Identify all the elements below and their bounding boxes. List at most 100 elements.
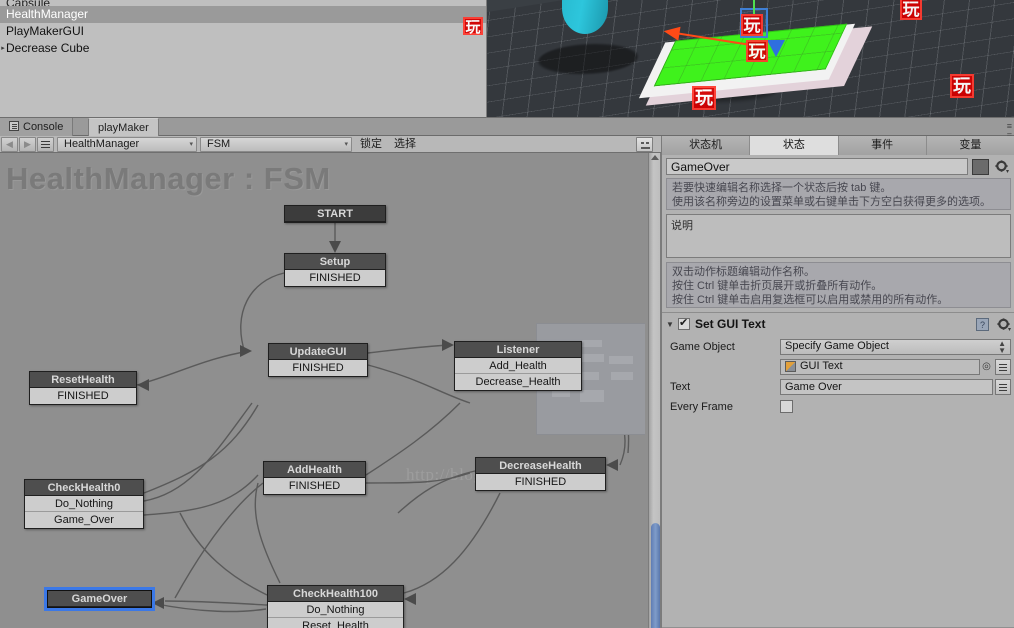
state-name-label: CheckHealth100 (268, 586, 403, 602)
watermark-stamp: 玩 (692, 86, 716, 110)
field-control[interactable] (780, 400, 1011, 413)
nav-back-button[interactable]: ◀ (1, 136, 18, 152)
field-object-reference[interactable]: GUI Text ◎ (670, 358, 1011, 375)
owner-dropdown[interactable]: HealthManager ▾ (57, 136, 197, 152)
state-node-decreasehealth[interactable]: DecreaseHealth FINISHED (475, 457, 606, 491)
transition-row[interactable]: Do_Nothing (268, 602, 403, 618)
transition-row[interactable]: Game_Over (25, 512, 143, 528)
field-control[interactable]: Game Over (780, 378, 1011, 395)
transition-row[interactable]: FINISHED (285, 270, 385, 286)
field-control[interactable]: GUI Text ◎ (780, 358, 1011, 375)
select-button[interactable]: 选择 (390, 137, 420, 152)
text-input[interactable]: Game Over (780, 378, 993, 395)
tab-events[interactable]: 事件 (838, 136, 927, 155)
tab-console[interactable]: Console (0, 118, 74, 136)
field-label: Every Frame (670, 400, 733, 413)
watermark-stamp: 玩 (741, 14, 763, 36)
field-text[interactable]: Text Game Over (670, 378, 1011, 395)
tab-fsm[interactable]: 状态机 (662, 136, 751, 155)
nav-forward-button[interactable]: ▶ (19, 136, 36, 152)
menu-button[interactable] (37, 136, 54, 152)
hierarchy-panel[interactable]: Capsule HealthManager PlayMakerGUI ▸ Dec… (0, 0, 487, 118)
field-label: Game Object (670, 340, 735, 353)
transition-row[interactable]: FINISHED (476, 474, 605, 490)
action-header[interactable]: ▼ Set GUI Text ? (666, 316, 1011, 332)
state-name-label: DecreaseHealth (476, 458, 605, 474)
transition-row[interactable]: Do_Nothing (25, 496, 143, 512)
tab-state[interactable]: 状态 (750, 136, 839, 155)
state-node-start[interactable]: START (284, 205, 386, 223)
state-node-checkhealth0[interactable]: CheckHealth0 Do_Nothing Game_Over (24, 479, 144, 529)
state-color-swatch[interactable] (972, 158, 989, 175)
graph-vertical-scrollbar[interactable] (648, 153, 661, 628)
transition-row[interactable]: FINISHED (269, 360, 367, 376)
action-help-box: 双击动作标题编辑动作名称。 按住 Ctrl 键单击折页展开或折叠所有动作。 按住… (666, 262, 1011, 308)
gear-icon[interactable] (993, 159, 1011, 175)
field-game-object[interactable]: Game Object Specify Game Object ▲ ▼ (670, 338, 1011, 355)
help-icon[interactable]: ? (976, 317, 989, 331)
state-name-input[interactable]: GameOver (666, 158, 968, 175)
chevron-updown-icon: ▲ ▼ (998, 338, 1006, 355)
state-name-row[interactable]: GameOver (666, 158, 1011, 175)
object-picker-icon[interactable]: ◎ (980, 361, 993, 372)
tab-label: 变量 (959, 139, 982, 151)
hierarchy-item-label: HealthManager (6, 7, 89, 21)
foldout-triangle-icon[interactable]: ▼ (666, 320, 678, 329)
variable-menu-button[interactable] (995, 378, 1011, 395)
hierarchy-item-healthmanager[interactable]: HealthManager (0, 6, 486, 23)
scene-view[interactable]: 玩 玩 玩 玩 玩 (487, 0, 1014, 118)
chevron-right-icon[interactable]: ▸ (0, 40, 8, 57)
playmaker-toolbar[interactable]: ◀ ▶ HealthManager ▾ FSM ▾ 锁定 选择 (0, 136, 662, 153)
scrollbar-thumb[interactable] (651, 523, 660, 628)
lock-button[interactable]: 锁定 (356, 137, 386, 152)
game-object-select[interactable]: Specify Game Object ▲ ▼ (780, 338, 1011, 355)
state-node-checkhealth100[interactable]: CheckHealth100 Do_Nothing Reset_Health (267, 585, 404, 628)
every-frame-checkbox[interactable] (780, 400, 793, 413)
hierarchy-item-playmakergui[interactable]: PlayMakerGUI (0, 23, 486, 40)
prefab-cube-icon (785, 361, 796, 372)
layout-options-icon[interactable] (636, 137, 653, 152)
graph-view-options[interactable] (636, 137, 658, 153)
fsm-dropdown-label: FSM (207, 138, 231, 150)
hierarchy-item-label: Decrease Cube (6, 41, 90, 55)
transition-row[interactable]: Add_Health (455, 358, 581, 374)
field-every-frame[interactable]: Every Frame (670, 398, 1011, 415)
state-name-label: CheckHealth0 (25, 480, 143, 496)
hierarchy-item-decrease-cube[interactable]: ▸ Decrease Cube (0, 40, 486, 57)
tab-variables[interactable]: 变量 (926, 136, 1014, 155)
action-enabled-checkbox[interactable] (678, 317, 690, 330)
state-node-gameover[interactable]: GameOver (44, 587, 155, 611)
window-tab-bar[interactable]: Console playMaker ≡ (0, 118, 1014, 136)
transition-row[interactable]: Reset_Health (268, 618, 403, 628)
transition-row[interactable]: FINISHED (264, 478, 365, 494)
transition-row[interactable]: Decrease_Health (455, 374, 581, 390)
inspector-tabs[interactable]: 状态机 状态 事件 变量 (662, 136, 1014, 155)
state-node-setup[interactable]: Setup FINISHED (284, 253, 386, 287)
divider (662, 312, 1014, 313)
state-node-updategui[interactable]: UpdateGUI FINISHED (268, 343, 368, 377)
object-reference-field[interactable]: GUI Text (780, 358, 980, 375)
state-node-listener[interactable]: Listener Add_Health Decrease_Health (454, 341, 582, 391)
action-header-tools[interactable]: ? (976, 316, 1011, 332)
action-title-label: Set GUI Text (695, 317, 766, 331)
hierarchy-item-label: PlayMakerGUI (6, 24, 85, 38)
scroll-up-icon[interactable] (651, 155, 659, 160)
state-node-resethealth[interactable]: ResetHealth FINISHED (29, 371, 137, 405)
gear-icon[interactable] (997, 316, 1011, 332)
hamburger-icon (41, 143, 50, 145)
variable-menu-button[interactable] (995, 358, 1011, 375)
playmaker-inspector[interactable]: ≡ 状态机 状态 事件 变量 GameOver 若要快速编辑名称选择一个状态后按… (661, 130, 1014, 628)
state-node-addhealth[interactable]: AddHealth FINISHED (263, 461, 366, 495)
watermark-stamp: 玩 (746, 40, 768, 62)
tab-label: playMaker (98, 122, 149, 134)
state-name-label: UpdateGUI (269, 344, 367, 360)
state-name-label: START (285, 206, 385, 222)
gizmo-y-axis-icon[interactable] (753, 0, 755, 14)
fsm-graph-canvas[interactable]: HealthManager : FSM http://blog.csdn.net… (0, 153, 645, 628)
field-control[interactable]: Specify Game Object ▲ ▼ (780, 338, 1011, 355)
state-description-input[interactable]: 说明 (666, 214, 1011, 258)
gear-glyph (995, 160, 1009, 173)
transition-row[interactable]: FINISHED (30, 388, 136, 404)
tab-playmaker[interactable]: playMaker (88, 118, 159, 136)
fsm-dropdown[interactable]: FSM ▾ (200, 136, 352, 152)
